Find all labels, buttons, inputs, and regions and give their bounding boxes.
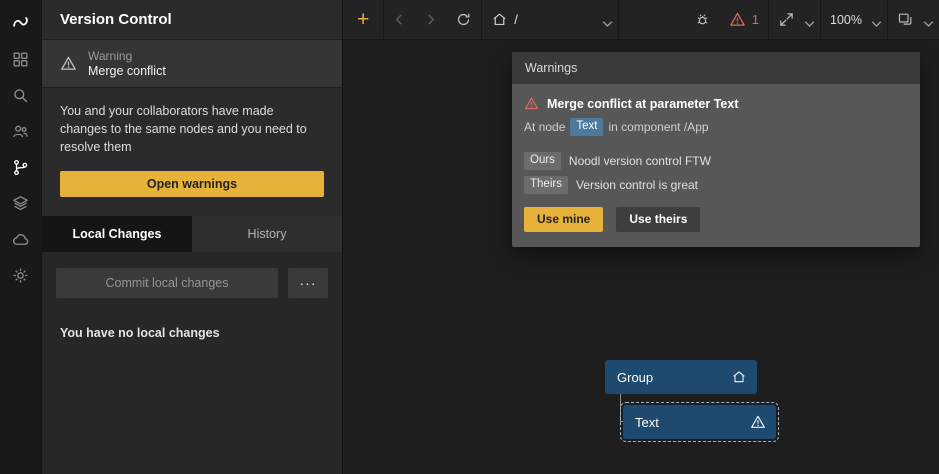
component-grid-icon[interactable] xyxy=(6,44,36,74)
cloud-functions-icon[interactable] xyxy=(6,224,36,254)
conflict-location: At node Text in component /App xyxy=(524,118,908,136)
expand-icon xyxy=(778,11,795,28)
banner-text: Warning Merge conflict xyxy=(88,49,166,78)
open-warnings-button[interactable]: Open warnings xyxy=(60,171,324,197)
ours-value: Noodl version control FTW xyxy=(569,154,711,168)
conflict-description: You and your collaborators have made cha… xyxy=(42,88,342,156)
home-icon xyxy=(731,369,747,385)
chevron-down-icon xyxy=(920,15,930,25)
navigation-path-dropdown[interactable]: / xyxy=(482,0,618,39)
nav-back-button[interactable] xyxy=(384,0,415,39)
conflict-title: Merge conflict at parameter Text xyxy=(547,97,739,111)
node-name-chip[interactable]: Text xyxy=(570,118,603,136)
ours-badge: Ours xyxy=(524,152,561,170)
location-suffix: in component /App xyxy=(608,120,708,134)
no-local-changes-message: You have no local changes xyxy=(56,326,328,340)
node-canvas[interactable]: Group Text Warnings Merge con xyxy=(343,40,939,474)
use-theirs-button[interactable]: Use theirs xyxy=(616,207,700,232)
warning-triangle-icon xyxy=(60,55,77,72)
theirs-row: Theirs Version control is great xyxy=(524,176,908,194)
warnings-indicator-button[interactable]: 1 xyxy=(720,0,768,39)
settings-gear-icon[interactable] xyxy=(6,260,36,290)
top-toolbar: + / xyxy=(343,0,939,40)
toolbar-spacer xyxy=(619,0,685,39)
home-icon xyxy=(491,11,508,28)
commit-local-changes-button[interactable]: Commit local changes xyxy=(56,268,278,298)
version-control-icon[interactable] xyxy=(6,152,36,182)
debug-inspector-button[interactable] xyxy=(685,0,720,39)
add-node-button[interactable]: + xyxy=(343,0,383,39)
tab-history[interactable]: History xyxy=(192,216,342,252)
path-label: / xyxy=(514,12,518,27)
icon-sidebar xyxy=(0,0,42,474)
refresh-button[interactable] xyxy=(446,0,481,39)
node-label: Text xyxy=(635,415,659,430)
warning-triangle-icon xyxy=(524,96,539,111)
warning-triangle-icon xyxy=(729,11,746,28)
merge-conflict-banner[interactable]: Warning Merge conflict xyxy=(42,40,342,88)
more-options-button[interactable]: ··· xyxy=(288,268,328,298)
panel-tabs: Local Changes History xyxy=(42,216,342,252)
search-icon[interactable] xyxy=(6,80,36,110)
conflict-row: Merge conflict at parameter Text xyxy=(524,96,908,111)
zoom-level: 100% xyxy=(830,13,862,27)
panel-header: Version Control xyxy=(42,0,342,40)
warnings-popup: Warnings Merge conflict at parameter Tex… xyxy=(512,52,920,247)
nav-forward-button[interactable] xyxy=(415,0,446,39)
collaborators-icon[interactable] xyxy=(6,116,36,146)
commit-row: Commit local changes ··· xyxy=(56,268,328,298)
chevron-down-icon xyxy=(599,15,609,25)
popup-body: Merge conflict at parameter Text At node… xyxy=(512,84,920,247)
panels-layout-dropdown[interactable] xyxy=(888,0,939,39)
popup-title: Warnings xyxy=(525,61,577,75)
node-text[interactable]: Text xyxy=(623,405,776,439)
debug-bug-icon xyxy=(694,11,711,28)
popup-actions: Use mine Use theirs xyxy=(524,207,908,232)
preview-size-dropdown[interactable] xyxy=(769,0,820,39)
panel-title: Version Control xyxy=(60,11,172,28)
location-prefix: At node xyxy=(524,120,565,134)
chevron-down-icon xyxy=(868,15,878,25)
warning-title: Merge conflict xyxy=(88,64,166,78)
warning-triangle-icon xyxy=(750,414,766,430)
editor-main: + / xyxy=(343,0,939,474)
layers-icon[interactable] xyxy=(6,188,36,218)
chevron-down-icon xyxy=(801,15,811,25)
theirs-value: Version control is great xyxy=(576,178,698,192)
version-control-panel: Version Control Warning Merge conflict Y… xyxy=(42,0,343,474)
warning-count: 1 xyxy=(752,12,759,27)
theirs-badge: Theirs xyxy=(524,176,568,194)
local-changes-section: Commit local changes ··· You have no loc… xyxy=(42,252,342,474)
connection-wire xyxy=(620,394,621,422)
app-window: Version Control Warning Merge conflict Y… xyxy=(0,0,939,474)
noodl-logo-icon[interactable] xyxy=(6,8,36,38)
ours-row: Ours Noodl version control FTW xyxy=(524,152,908,170)
tab-local-changes[interactable]: Local Changes xyxy=(42,216,192,252)
node-group[interactable]: Group xyxy=(605,360,757,394)
warning-kicker: Warning xyxy=(88,49,166,63)
node-label: Group xyxy=(617,370,653,385)
panels-icon xyxy=(897,11,914,28)
use-mine-button[interactable]: Use mine xyxy=(524,207,603,232)
zoom-dropdown[interactable]: 100% xyxy=(821,0,887,39)
popup-header: Warnings xyxy=(512,52,920,84)
